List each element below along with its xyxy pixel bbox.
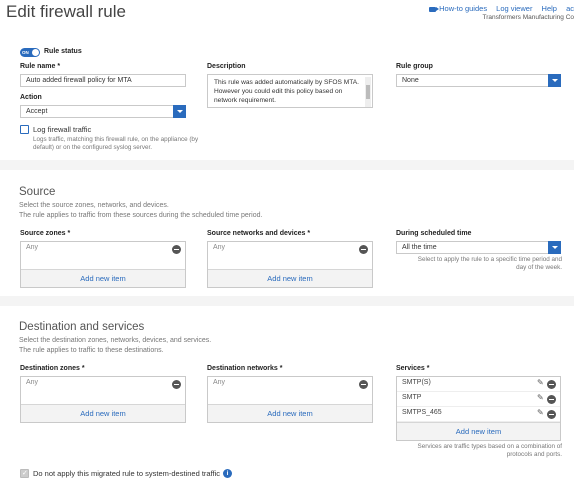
remove-icon[interactable] [547,410,556,419]
schedule-value: All the time [402,244,437,251]
list-item: SMTPS_465 ✎ [397,407,560,422]
add-destination-zone-button[interactable]: Add new item [21,404,185,422]
pencil-icon[interactable]: ✎ [537,409,545,417]
chevron-down-icon [173,105,186,118]
pencil-icon[interactable]: ✎ [537,379,545,387]
source-desc-1: Select the source zones, networks, and d… [19,202,169,209]
log-traffic-label: Log firewall traffic [33,125,92,134]
section-gap [0,296,574,306]
remove-icon[interactable] [547,395,556,404]
source-networks-list[interactable]: Any Add new item [207,241,373,288]
description-textarea[interactable]: This rule was added automatically by SFO… [207,74,373,108]
rule-status-label: Rule status [44,48,82,55]
description-label: Description [207,63,246,70]
add-source-network-button[interactable]: Add new item [208,269,372,287]
remove-icon[interactable] [547,380,556,389]
services-label: Services * [396,365,430,372]
destination-networks-label: Destination networks * [207,365,283,372]
top-links: How-to guides Log viewer Help ac [429,4,574,13]
chevron-down-icon [548,241,561,254]
destination-networks-list[interactable]: Any Add new item [207,376,373,423]
help-link[interactable]: Help [542,4,557,13]
remove-icon[interactable] [359,380,368,389]
remove-icon[interactable] [172,245,181,254]
action-value: Accept [26,108,48,115]
page-title: Edit firewall rule [6,2,126,21]
list-item: Any [208,377,372,392]
rule-name-input[interactable]: Auto added firewall policy for MTA [20,74,186,87]
remove-icon[interactable] [359,245,368,254]
source-title: Source [19,186,56,198]
migrated-rule-label: Do not apply this migrated rule to syste… [33,469,221,478]
list-item: SMTP ✎ [397,392,560,407]
schedule-help: Select to apply the rule to a specific t… [417,256,562,271]
list-item: Any [21,377,185,392]
services-list[interactable]: SMTP(S) ✎ SMTP ✎ SMTPS_465 ✎ Add new item [396,376,561,441]
services-help: Services are traffic types based on a co… [417,443,562,458]
chevron-down-icon [548,74,561,87]
log-traffic-checkbox[interactable] [20,125,29,134]
company-name: Transformers Manufacturing Co [482,14,574,21]
rule-group-label: Rule group [396,63,433,70]
account-link[interactable]: ac [566,4,574,13]
add-destination-network-button[interactable]: Add new item [208,404,372,422]
action-label: Action [20,94,42,101]
schedule-select[interactable]: All the time [396,241,561,254]
source-desc-2: The rule applies to traffic from these s… [19,212,263,219]
destination-desc-1: Select the destination zones, networks, … [19,337,212,344]
destination-zones-label: Destination zones * [20,365,85,372]
list-item: Any [208,242,372,257]
source-zones-label: Source zones * [20,230,71,237]
description-text: This rule was added automatically by SFO… [214,79,359,104]
rule-group-select[interactable]: None [396,74,561,87]
info-icon[interactable]: i [223,469,232,478]
list-item: SMTP(S) ✎ [397,377,560,392]
rule-group-value: None [402,77,419,84]
source-networks-label: Source networks and devices * [207,230,311,237]
log-traffic-help: Logs traffic, matching this firewall rul… [33,136,199,151]
source-zones-list[interactable]: Any Add new item [20,241,186,288]
description-scrollbar[interactable] [365,77,371,107]
schedule-label: During scheduled time [396,230,472,237]
list-item: Any [21,242,185,257]
destination-title: Destination and services [19,321,145,333]
video-camera-icon [429,6,440,12]
add-source-zone-button[interactable]: Add new item [21,269,185,287]
destination-zones-list[interactable]: Any Add new item [20,376,186,423]
remove-icon[interactable] [172,380,181,389]
log-viewer-link[interactable]: Log viewer [496,4,532,13]
rule-status-toggle[interactable]: ON [20,48,40,57]
rule-name-label: Rule name * [20,63,61,70]
pencil-icon[interactable]: ✎ [537,394,545,402]
howto-link[interactable]: How-to guides [429,4,487,13]
destination-desc-2: The rule applies to traffic to these des… [19,347,164,354]
section-gap [0,160,574,170]
migrated-rule-checkbox[interactable] [20,469,29,478]
action-select[interactable]: Accept [20,105,186,118]
add-service-button[interactable]: Add new item [397,422,560,440]
